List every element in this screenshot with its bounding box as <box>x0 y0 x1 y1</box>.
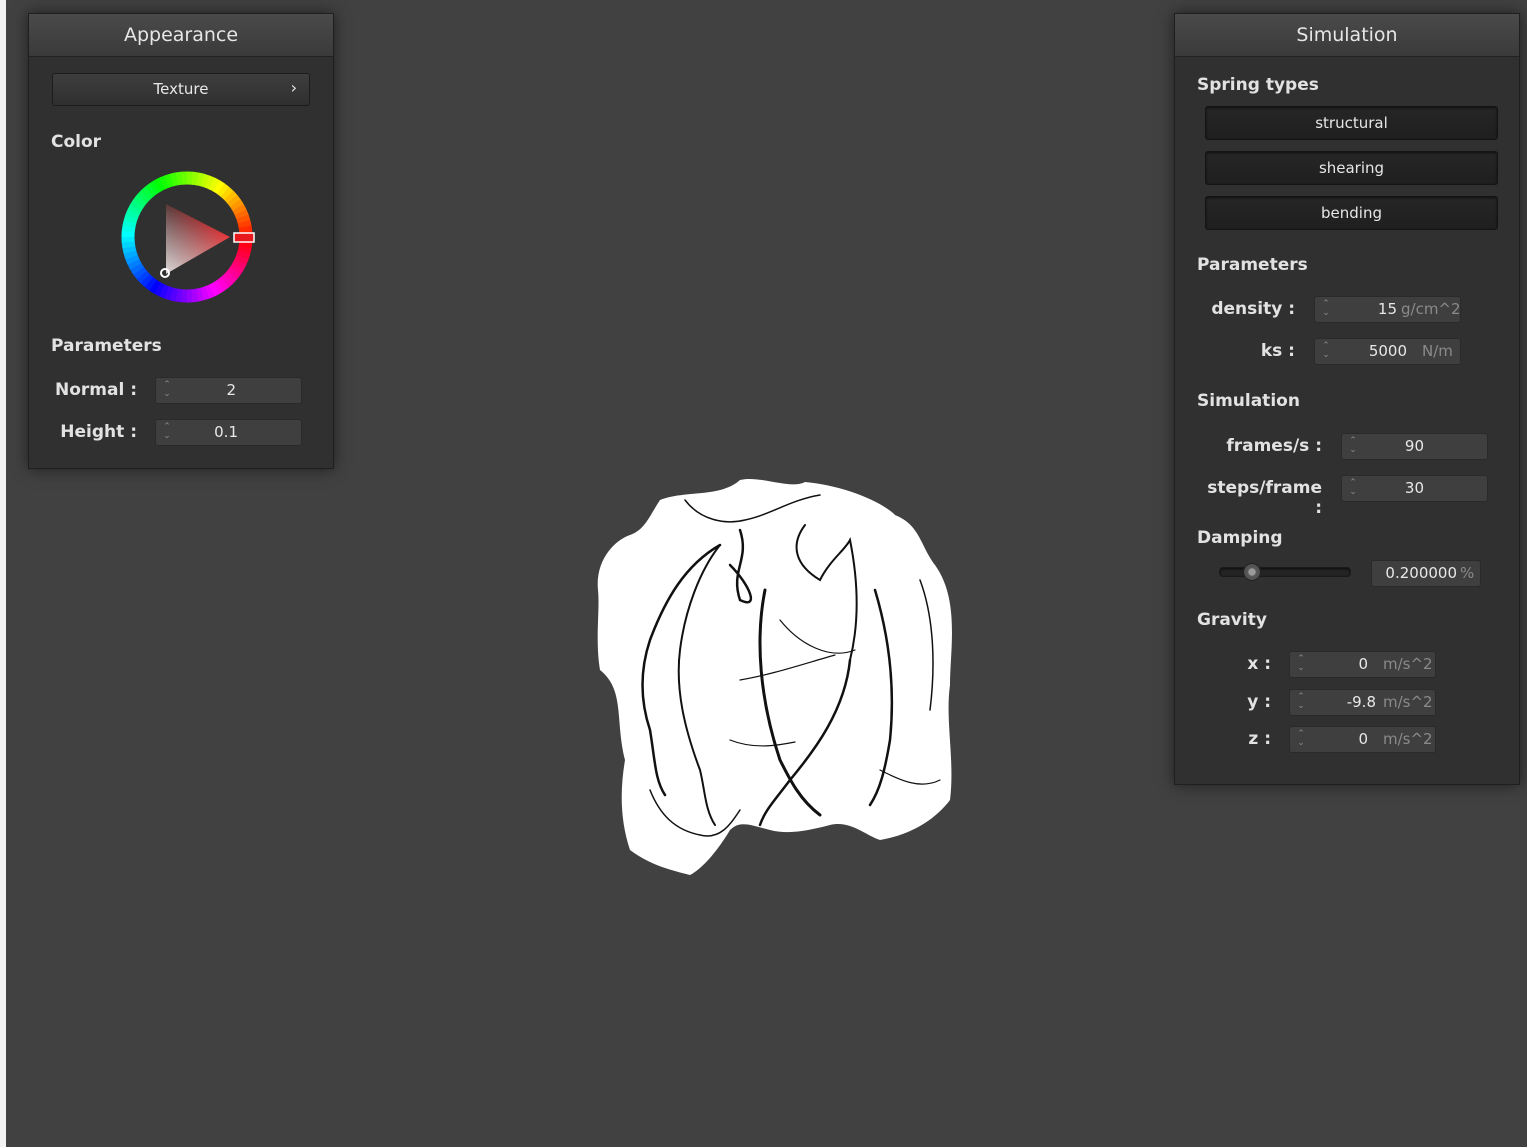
color-label: Color <box>51 132 102 152</box>
density-label: density : <box>1211 299 1295 319</box>
steps-input[interactable]: ⌃ ⌄ 30 <box>1341 475 1488 502</box>
gravity-x-input[interactable]: ⌃ ⌄ 0 m/s^2 <box>1289 651 1436 678</box>
damping-value: 0.200000 <box>1385 564 1457 582</box>
height-value: 0.1 <box>214 423 238 441</box>
damping-label: Damping <box>1197 528 1283 548</box>
damping-slider[interactable] <box>1219 563 1351 581</box>
normal-input[interactable]: ⌃ ⌄ 2 <box>155 377 302 404</box>
spring-toggle-structural[interactable]: structural <box>1205 106 1498 140</box>
normal-value: 2 <box>226 381 236 399</box>
ks-value: 5000 <box>1368 342 1407 360</box>
simulation-panel-title[interactable]: Simulation <box>1175 14 1519 57</box>
steps-value: 30 <box>1404 479 1424 497</box>
appearance-panel: Appearance Texture › Color Parameters No… <box>28 13 334 469</box>
ks-label: ks : <box>1260 341 1295 361</box>
fps-label: frames/s : <box>1226 436 1322 456</box>
gravity-x-value: 0 <box>1358 655 1368 673</box>
ks-input[interactable]: ⌃ ⌄ 5000 N/m <box>1314 338 1461 365</box>
height-input[interactable]: ⌃ ⌄ 0.1 <box>155 419 302 446</box>
texture-button-label: Texture <box>153 80 209 98</box>
gravity-y-input[interactable]: ⌃ ⌄ -9.8 m/s^2 <box>1289 689 1436 716</box>
gravity-y-label: y : <box>1247 692 1271 712</box>
height-label: Height : <box>60 422 137 442</box>
spin-arrows-icon[interactable]: ⌃ ⌄ <box>1296 730 1306 748</box>
density-value: 15 <box>1377 300 1397 318</box>
spin-arrows-icon[interactable]: ⌃ ⌄ <box>1321 300 1331 318</box>
gravity-z-label: z : <box>1248 729 1271 749</box>
spin-arrows-icon[interactable]: ⌃ ⌄ <box>1348 479 1358 497</box>
density-input[interactable]: ⌃ ⌄ 15 g/cm^2 <box>1314 296 1461 323</box>
triangle-highlight <box>166 204 230 274</box>
spring-toggle-shearing[interactable]: shearing <box>1205 151 1498 185</box>
window-edge <box>0 0 6 1147</box>
cloth-mesh <box>597 478 952 875</box>
spin-arrows-icon[interactable]: ⌃ ⌄ <box>1296 693 1306 711</box>
damping-slider-handle[interactable] <box>1242 563 1261 581</box>
gravity-z-value: 0 <box>1358 730 1368 748</box>
simulation-parameters-label: Parameters <box>1197 255 1308 275</box>
simulation-section-label: Simulation <box>1197 391 1300 411</box>
damping-unit: % <box>1460 564 1475 582</box>
spin-arrows-icon[interactable]: ⌃ ⌄ <box>1296 655 1306 673</box>
gravity-x-unit: m/s^2 <box>1383 655 1433 673</box>
spring-toggle-bending[interactable]: bending <box>1205 196 1498 230</box>
gravity-y-unit: m/s^2 <box>1383 693 1433 711</box>
spin-arrows-icon[interactable]: ⌃ ⌄ <box>1348 437 1358 455</box>
gravity-x-label: x : <box>1247 654 1271 674</box>
damping-input[interactable]: 0.200000 % <box>1371 560 1481 587</box>
spin-arrows-icon[interactable]: ⌃ ⌄ <box>1321 342 1331 360</box>
fps-value: 90 <box>1404 437 1424 455</box>
hue-handle[interactable] <box>233 232 255 243</box>
spin-arrows-icon[interactable]: ⌃ ⌄ <box>162 381 172 399</box>
fps-input[interactable]: ⌃ ⌄ 90 <box>1341 433 1488 460</box>
ks-unit: N/m <box>1422 342 1453 360</box>
appearance-parameters-label: Parameters <box>51 336 162 356</box>
spin-arrows-icon[interactable]: ⌃ ⌄ <box>162 423 172 441</box>
color-wheel[interactable] <box>112 162 262 312</box>
color-picker-handle[interactable] <box>160 268 170 278</box>
normal-label: Normal : <box>54 380 137 400</box>
simulation-panel: Simulation Spring types structural shear… <box>1174 13 1520 785</box>
texture-button[interactable]: Texture › <box>52 73 310 106</box>
chevron-right-icon: › <box>290 78 297 97</box>
gravity-label: Gravity <box>1197 610 1267 630</box>
cloth-render[interactable] <box>590 470 960 880</box>
steps-label: steps/frame : <box>1207 478 1322 518</box>
gravity-z-input[interactable]: ⌃ ⌄ 0 m/s^2 <box>1289 726 1436 753</box>
gravity-y-value: -9.8 <box>1346 693 1376 711</box>
gravity-z-unit: m/s^2 <box>1383 730 1433 748</box>
density-unit: g/cm^2 <box>1401 300 1461 318</box>
spring-types-label: Spring types <box>1197 75 1319 95</box>
appearance-panel-title[interactable]: Appearance <box>29 14 333 57</box>
